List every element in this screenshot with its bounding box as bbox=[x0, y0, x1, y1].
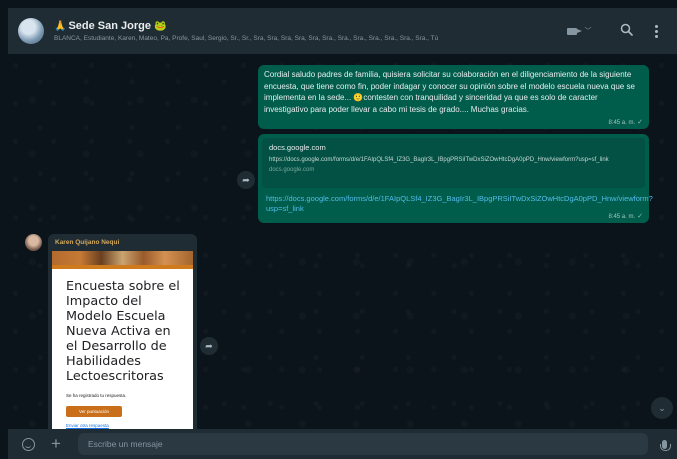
chevron-down-icon: ﹀ bbox=[584, 28, 592, 35]
form-banner-image bbox=[52, 251, 193, 265]
plus-icon: + bbox=[51, 434, 61, 453]
microphone-icon bbox=[659, 439, 671, 451]
sender-name[interactable]: Karen Quijano Nequi bbox=[52, 237, 193, 249]
attach-button[interactable]: + bbox=[44, 432, 68, 456]
message-meta: 8:45 a. m. ✓ bbox=[608, 118, 643, 126]
group-name: Sede San Jorge bbox=[68, 20, 151, 32]
header-actions: ﹀ bbox=[561, 8, 677, 54]
form-body: Encuesta sobre el Impacto del Modelo Esc… bbox=[52, 269, 193, 428]
forward-icon: ➦ bbox=[242, 174, 250, 185]
message-input-container[interactable] bbox=[78, 433, 648, 455]
group-name-tail-emoji: 🐸 bbox=[154, 20, 167, 32]
forward-button[interactable]: ➦ bbox=[237, 171, 255, 189]
sender-avatar[interactable] bbox=[25, 234, 42, 251]
message-meta: 8:45 a. m. ✓ bbox=[608, 212, 643, 220]
message-time: 8:45 a. m. bbox=[608, 214, 636, 220]
video-call-button[interactable]: ﹀ bbox=[561, 22, 597, 40]
scroll-to-bottom-button[interactable]: ⌄ bbox=[651, 397, 673, 419]
message-link[interactable]: https://docs.google.com/forms/d/e/1FAIpQ… bbox=[262, 188, 653, 214]
menu-button[interactable] bbox=[641, 16, 671, 46]
group-avatar[interactable] bbox=[18, 18, 44, 44]
message-time: 8:45 a. m. bbox=[608, 120, 636, 126]
emoji-button[interactable] bbox=[16, 432, 40, 456]
view-score-button: Ver puntuación bbox=[66, 406, 122, 417]
chat-info[interactable]: 🙏 Sede San Jorge 🐸 BLANCA, Estudiante, K… bbox=[54, 20, 559, 42]
participants-list: BLANCA, Estudiante, Karen, Mateo, Pa, Pr… bbox=[54, 35, 439, 42]
incoming-message[interactable]: Karen Quijano Nequi Encuesta sobre el Im… bbox=[48, 234, 197, 429]
whatsapp-window: 🙏 Sede San Jorge 🐸 BLANCA, Estudiante, K… bbox=[8, 8, 677, 459]
sent-tick-icon: ✓ bbox=[637, 213, 643, 220]
link-preview-title: docs.google.com bbox=[269, 143, 326, 152]
link-preview-description: https://docs.google.com/forms/d/e/1FAIpQ… bbox=[269, 157, 609, 163]
form-screenshot-image[interactable]: Encuesta sobre el Impacto del Modelo Esc… bbox=[52, 251, 193, 429]
outgoing-link-message[interactable]: docs.google.com https://docs.google.com/… bbox=[258, 134, 653, 223]
forward-icon: ➦ bbox=[205, 340, 213, 351]
three-dots-icon bbox=[654, 24, 658, 38]
search-button[interactable] bbox=[611, 16, 641, 46]
search-icon bbox=[620, 23, 633, 40]
smiley-icon bbox=[21, 437, 35, 451]
message-text: Cordial saludo padres de familia, quisie… bbox=[264, 70, 635, 114]
link-preview-domain: docs.google.com bbox=[269, 167, 315, 173]
group-name-emoji: 🙏 bbox=[54, 20, 67, 32]
message-area[interactable]: Cordial saludo padres de familia, quisie… bbox=[8, 54, 677, 429]
voice-message-button[interactable] bbox=[652, 432, 676, 456]
message-input[interactable] bbox=[88, 439, 648, 449]
outgoing-message[interactable]: Cordial saludo padres de familia, quisie… bbox=[258, 65, 649, 129]
sent-tick-icon: ✓ bbox=[637, 119, 643, 126]
group-title: 🙏 Sede San Jorge 🐸 bbox=[54, 20, 559, 32]
forward-button[interactable]: ➦ bbox=[200, 337, 218, 355]
chevron-down-icon: ⌄ bbox=[658, 402, 666, 413]
composer-bar: + bbox=[8, 429, 677, 459]
form-confirmation-text: Se ha registrado tu respuesta. bbox=[66, 393, 127, 398]
form-title: Encuesta sobre el Impacto del Modelo Esc… bbox=[66, 279, 180, 384]
chat-header[interactable]: 🙏 Sede San Jorge 🐸 BLANCA, Estudiante, K… bbox=[8, 8, 677, 54]
submit-another-link: Enviar otra respuesta bbox=[66, 423, 109, 428]
link-preview[interactable]: docs.google.com https://docs.google.com/… bbox=[262, 138, 645, 188]
video-camera-icon bbox=[566, 27, 582, 35]
